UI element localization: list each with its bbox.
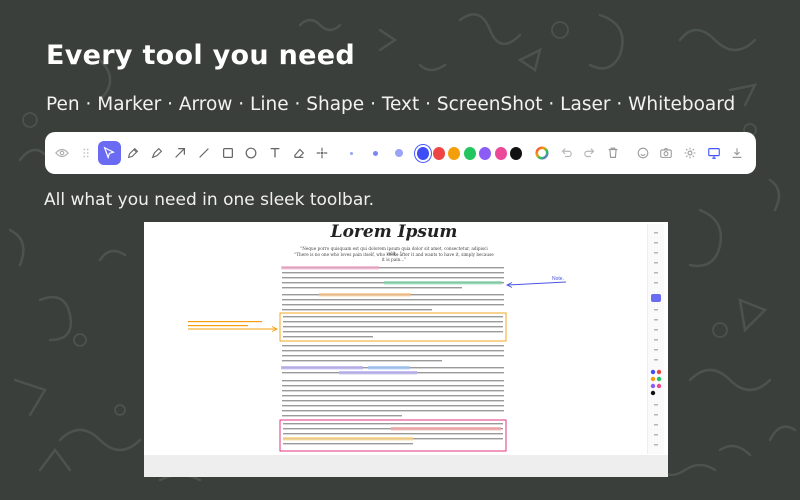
color-swatch-purple[interactable] [479,146,492,160]
marker-icon[interactable] [146,141,168,165]
document-footer [144,455,668,477]
left-arrow-annotation [188,321,279,332]
rectangle-icon[interactable] [217,141,239,165]
toolbar-tagline: All what you need in one sleek toolbar. [44,190,375,210]
highlight-yellow [283,437,413,441]
circle-icon[interactable] [240,141,262,165]
highlight-red [391,427,501,431]
page-headline: Every tool you need [46,40,355,71]
vertical-mini-toolbar [647,224,664,454]
eye-icon[interactable] [51,141,73,165]
document-body-lines [188,266,567,452]
highlight-green [384,281,502,285]
color-swatch-green[interactable] [463,146,476,160]
color-wheel-icon[interactable] [531,141,553,165]
pen-icon[interactable] [122,141,144,165]
arrow-icon[interactable] [169,141,191,165]
highlight-pink [281,266,379,270]
emoji-icon[interactable] [632,141,654,165]
screenshot-icon[interactable] [655,141,677,165]
highlight-purple [281,366,363,370]
annotation-toolbar [45,132,756,174]
text-icon[interactable] [264,141,286,165]
color-swatch-blue[interactable] [417,146,430,160]
large-size-dot[interactable] [388,141,410,165]
redo-icon[interactable] [579,141,601,165]
vertical-active-tool[interactable] [651,294,661,302]
trash-icon[interactable] [602,141,624,165]
document-preview: Lorem Ipsum "Neque porro quisquam est qu… [144,222,668,477]
drag-handle-icon[interactable] [75,141,97,165]
line-icon[interactable] [193,141,215,165]
highlight-orange [319,293,411,297]
eraser-icon[interactable] [288,141,310,165]
color-swatch-black[interactable] [510,146,523,160]
color-swatch-orange[interactable] [448,146,461,160]
tools-list-text: Pen · Marker · Arrow · Line · Shape · Te… [46,94,736,115]
rectangle-annotation-pink [279,419,507,452]
small-size-dot[interactable] [341,141,363,165]
download-icon[interactable] [726,141,748,165]
undo-icon[interactable] [555,141,577,165]
highlight-blue [368,366,410,370]
whiteboard-icon[interactable] [703,141,725,165]
medium-size-dot[interactable] [364,141,386,165]
settings-icon[interactable] [679,141,701,165]
select-icon[interactable] [98,141,121,165]
note-arrow-annotation [505,281,567,288]
color-swatch-red[interactable] [432,146,445,160]
laser-icon[interactable] [311,141,333,165]
color-swatch-pink[interactable] [494,146,507,160]
